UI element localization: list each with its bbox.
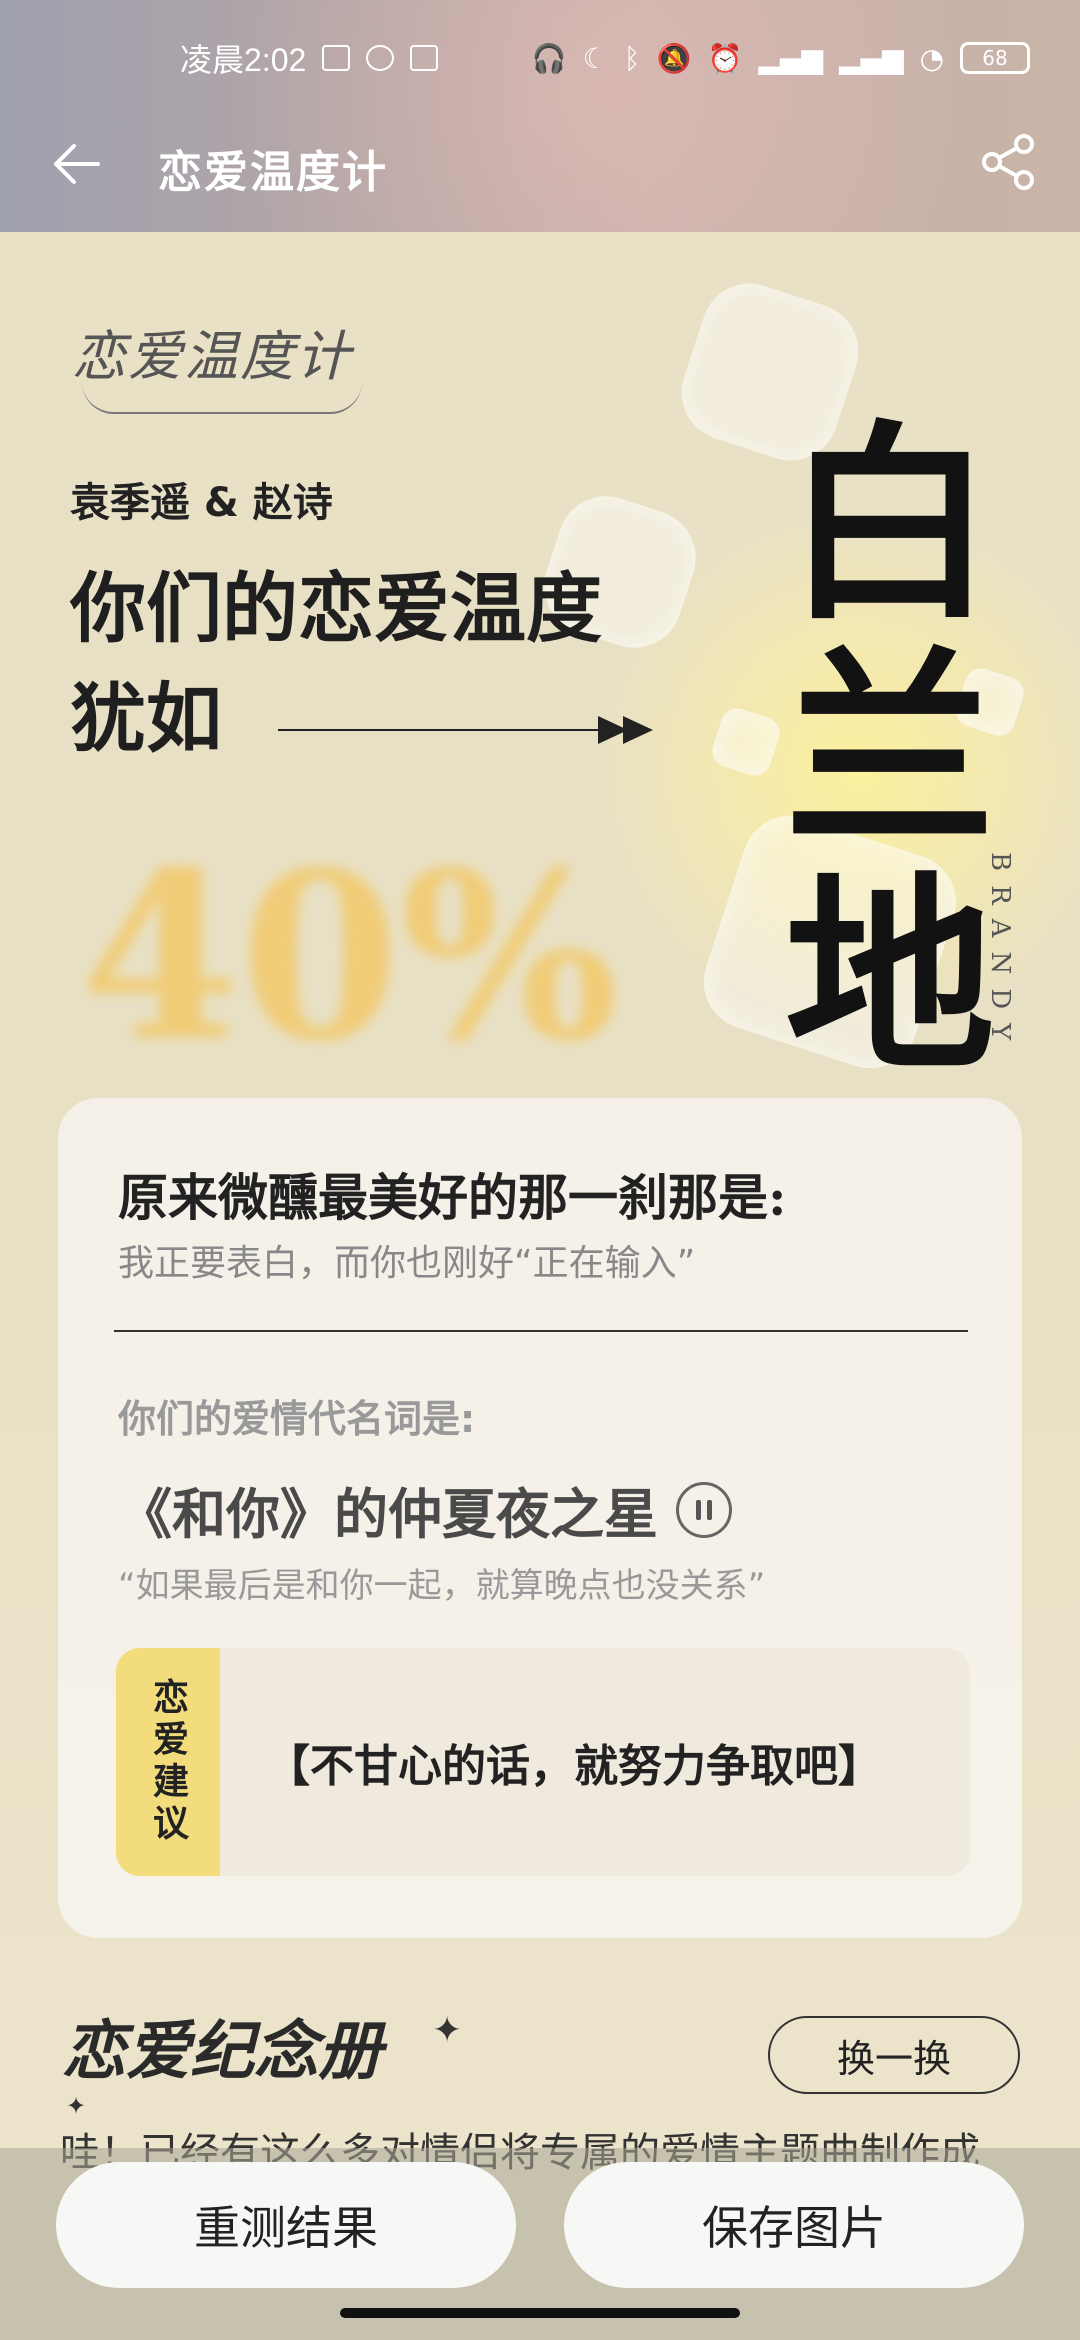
share-icon[interactable] — [976, 130, 1040, 194]
signal-icon: ▂▄▆ — [758, 41, 823, 75]
advice-text: 【不甘心的话，就努力争取吧】 — [266, 1741, 882, 1792]
status-time: 凌晨2:02 — [180, 42, 307, 78]
result-card: 原来微醺最美好的那一刹那是: 我正要表白，而你也刚好“正在输入” 你们的爱情代名… — [58, 1098, 1022, 1938]
result-page: 恋爱温度计 袁季遥 & 赵诗 你们的恋爱温度 犹如 40% 白兰地 BRANDY… — [0, 232, 1080, 2340]
arrow-left-icon[interactable] — [46, 134, 106, 194]
signal-icon: ▂▄▆ — [838, 41, 904, 75]
song-row: 《和你》的仲夏夜之星 — [118, 1470, 732, 1549]
wifi-icon: ◔ — [919, 41, 944, 75]
save-image-button[interactable]: 保存图片 — [564, 2162, 1024, 2288]
song-question: 你们的爱情代名词是: — [118, 1397, 476, 1441]
alarm-icon: ⏰ — [707, 41, 743, 75]
drink-name: 白兰地 — [784, 401, 995, 1100]
advice-box: 恋爱建议 【不甘心的话，就努力争取吧】 — [116, 1648, 970, 1876]
song-title: 《和你》的仲夏夜之星 — [118, 1483, 658, 1546]
bluetooth-icon: ᛒ — [623, 41, 641, 75]
advice-tag-label: 恋爱建议 — [147, 1678, 189, 1846]
status-icons: 🎧 ☾ ᛒ 🔕 ⏰ ▂▄▆ ▂▄▆ ◔ 68 — [532, 42, 1030, 75]
top-header-background: 凌晨2:02 🎧 ☾ ᛒ 🔕 ⏰ ▂▄▆ ▂▄▆ ◔ 68 恋爱温度计 — [0, 0, 1080, 232]
status-bar: 凌晨2:02 🎧 ☾ ᛒ 🔕 ⏰ ▂▄▆ ▂▄▆ ◔ 68 — [180, 34, 1030, 82]
notification-icon — [322, 45, 351, 71]
sparkle-icon: ✦ — [432, 2010, 463, 2051]
notification-icon — [410, 45, 439, 71]
home-indicator[interactable] — [340, 2308, 740, 2318]
notification-icon — [366, 45, 395, 71]
app-header: 恋爱温度计 — [0, 120, 1080, 210]
moment-answer: 我正要表白，而你也刚好“正在输入” — [118, 1243, 696, 1284]
battery-level: 68 — [982, 46, 1008, 70]
moment-question: 原来微醺最美好的那一刹那是: — [118, 1168, 787, 1227]
battery-icon: 68 — [960, 42, 1030, 74]
pause-icon[interactable] — [676, 1481, 732, 1538]
couple-names: 袁季遥 & 赵诗 — [70, 480, 333, 526]
headline-line-1: 你们的恋爱温度 — [70, 564, 602, 653]
retest-button[interactable]: 重测结果 — [56, 2162, 516, 2288]
moon-icon: ☾ — [582, 41, 608, 75]
divider — [114, 1330, 968, 1332]
logo-text: 恋爱温度计 — [72, 325, 352, 388]
page-title: 恋爱温度计 — [158, 147, 388, 198]
sparkle-icon: ✦ — [66, 2092, 87, 2120]
logo-underline — [82, 382, 362, 414]
song-lyric: “如果最后是和你一起，就算晚点也没关系” — [118, 1566, 766, 1606]
swap-button[interactable]: 换一换 — [768, 2016, 1020, 2094]
drink-name-en: BRANDY — [985, 852, 1015, 1055]
album-title: 恋爱纪念册 — [62, 2014, 382, 2089]
headphones-icon: 🎧 — [531, 41, 567, 75]
mute-icon: 🔕 — [656, 41, 692, 75]
temperature-percent: 40% — [80, 822, 619, 1092]
arrow-right-icon — [278, 716, 653, 744]
advice-tag: 恋爱建议 — [116, 1648, 220, 1876]
